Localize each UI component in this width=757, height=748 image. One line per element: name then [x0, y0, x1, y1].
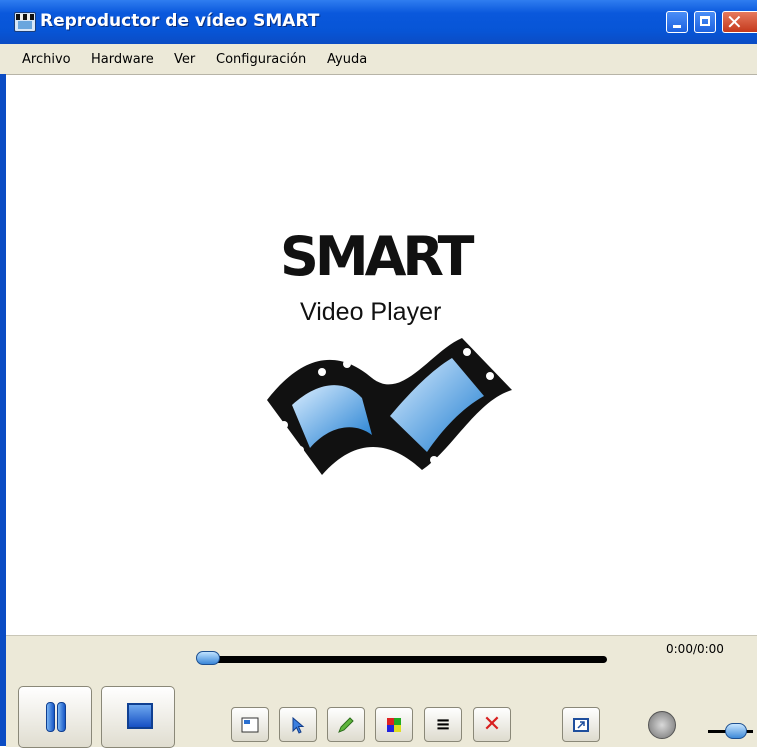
- fullscreen-icon: [573, 718, 589, 732]
- menu-archivo[interactable]: Archivo: [22, 52, 71, 67]
- pen-button[interactable]: [327, 707, 365, 742]
- smart-logo-text: SMART: [280, 225, 474, 288]
- maximize-button[interactable]: [694, 11, 716, 33]
- seek-bar[interactable]: [204, 656, 607, 663]
- line-width-icon: ≡: [435, 714, 451, 735]
- select-button[interactable]: [279, 707, 317, 742]
- minimize-icon: [673, 25, 681, 28]
- color-icon: [387, 718, 401, 732]
- delete-button[interactable]: ✕: [473, 707, 511, 742]
- color-button[interactable]: [375, 707, 413, 742]
- capture-icon: [241, 717, 259, 733]
- minimize-button[interactable]: [666, 11, 688, 33]
- menu-hardware[interactable]: Hardware: [91, 52, 154, 67]
- line-width-button[interactable]: ≡: [424, 707, 462, 742]
- time-display: 0:00/0:00: [666, 642, 724, 656]
- pause-button[interactable]: [18, 686, 92, 748]
- maximize-icon: [700, 16, 710, 26]
- video-player-window: Reproductor de vídeo SMART ✕ Archivo Har…: [0, 0, 757, 748]
- window-title: Reproductor de vídeo SMART: [40, 11, 320, 31]
- stop-button[interactable]: [101, 686, 175, 748]
- volume-knob[interactable]: [725, 723, 747, 739]
- volume-icon[interactable]: [648, 711, 676, 739]
- menu-configuracion[interactable]: Configuración: [216, 52, 306, 67]
- select-arrow-icon: [292, 716, 305, 734]
- stop-icon: [127, 703, 153, 729]
- film-strip-logo: [267, 338, 512, 475]
- menu-ver[interactable]: Ver: [174, 52, 195, 67]
- seek-thumb[interactable]: [196, 651, 220, 665]
- menu-ayuda[interactable]: Ayuda: [327, 52, 367, 67]
- delete-icon: ✕: [482, 712, 502, 737]
- capture-button[interactable]: [231, 707, 269, 742]
- app-icon: [14, 12, 36, 32]
- menu-bar: Archivo Hardware Ver Configuración Ayuda: [0, 44, 757, 75]
- close-button[interactable]: ✕: [722, 10, 757, 34]
- video-player-subtitle: Video Player: [300, 298, 442, 326]
- close-icon: ✕: [726, 10, 743, 34]
- pen-icon: [338, 717, 354, 733]
- title-bar[interactable]: Reproductor de vídeo SMART ✕: [0, 0, 757, 44]
- fullscreen-button[interactable]: [562, 707, 600, 742]
- control-panel: 0:00/0:00 ≡ ✕: [6, 635, 757, 748]
